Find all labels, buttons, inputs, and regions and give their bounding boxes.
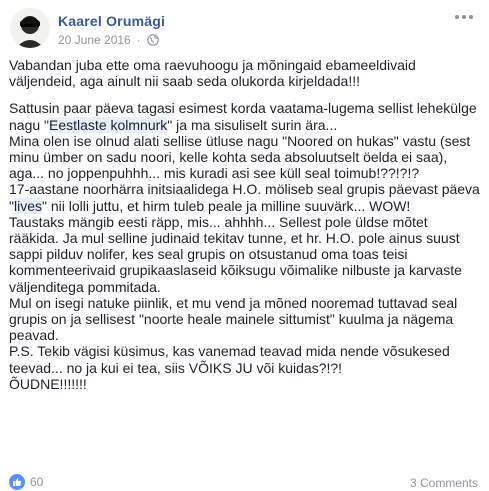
post-paragraph: Mul on isegi natuke piinlik, et mu vend … xyxy=(9,294,458,344)
more-icon[interactable] xyxy=(455,12,475,22)
avatar-image xyxy=(10,8,50,48)
post-date[interactable]: 20 June 2016 xyxy=(58,33,131,47)
thumbs-up-icon xyxy=(9,474,25,490)
hashtag-link-eestlaste-kolmnurk[interactable]: Eestlaste kolmnurk xyxy=(49,116,168,133)
author-name[interactable]: Kaarel Orumägi xyxy=(58,13,165,29)
avatar[interactable] xyxy=(10,8,50,48)
highlight-lives: lives xyxy=(13,197,42,214)
post-paragraph: P.S. Tekib vägisi küsimus, kas vanemad t… xyxy=(9,343,450,376)
reaction-count: 60 xyxy=(30,475,44,489)
post-meta: 20 June 2016 · xyxy=(58,33,159,47)
post-body: Vabandan juba ette oma raevuhoogu ja mõn… xyxy=(9,57,481,392)
post-paragraph: Mina olen ise olnud alati sellise ütluse… xyxy=(9,132,471,182)
post-paragraph: Sattusin paar päeva tagasi esimest korda… xyxy=(9,100,477,133)
facebook-post: Kaarel Orumägi 20 June 2016 · Vabandan j… xyxy=(0,0,489,491)
post-paragraph: 17-aastane noorhärra initsiaalidega H.O.… xyxy=(9,181,480,214)
globe-icon xyxy=(146,34,159,46)
comments-link[interactable]: 3 Comments xyxy=(410,476,478,490)
post-lead: Vabandan juba ette oma raevuhoogu ja mõn… xyxy=(9,57,416,90)
post-paragraph: ÕUDNE!!!!!!! xyxy=(9,375,87,392)
meta-separator: · xyxy=(136,33,141,47)
post-paragraph: Taustaks mängib eesti räpp, mis... ahhhh… xyxy=(9,213,462,295)
reaction-summary[interactable]: 60 xyxy=(9,474,43,490)
